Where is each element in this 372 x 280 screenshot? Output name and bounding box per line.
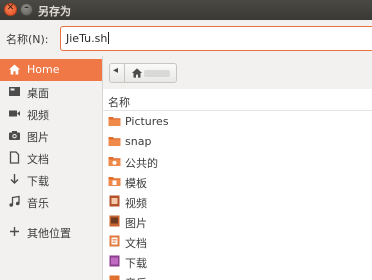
window-title: 另存为 bbox=[38, 5, 71, 18]
home-icon bbox=[9, 64, 20, 75]
list-item[interactable]: 公共的 bbox=[103, 152, 372, 172]
sidebar-item-home[interactable]: Home bbox=[0, 59, 102, 81]
music-icon bbox=[9, 195, 20, 207]
name-label: 名称(N): bbox=[6, 33, 49, 46]
title-bar: ✕ – 另存为 bbox=[0, 0, 372, 20]
templates-folder-icon bbox=[108, 177, 121, 186]
file-name: snap bbox=[125, 135, 152, 148]
file-name: 音乐 bbox=[125, 275, 147, 280]
column-header-label: 名称 bbox=[108, 96, 130, 109]
path-back-button[interactable]: ◂ bbox=[109, 63, 125, 83]
folder-icon bbox=[108, 117, 121, 126]
filename-input[interactable]: JieTu.sh bbox=[60, 26, 372, 51]
text-caret bbox=[108, 32, 110, 44]
sidebar-item-pictures[interactable]: 图片 bbox=[0, 125, 102, 147]
sidebar-item-label: 图片 bbox=[27, 131, 49, 144]
video-icon bbox=[9, 110, 20, 117]
list-item[interactable]: 图片 bbox=[103, 212, 372, 232]
name-column-header[interactable]: 名称 bbox=[103, 89, 372, 111]
sidebar-item-other-locations[interactable]: 其他位置 bbox=[0, 221, 102, 243]
path-home-button[interactable] bbox=[125, 63, 177, 83]
filename-value: JieTu.sh bbox=[66, 32, 108, 45]
file-name: Pictures bbox=[125, 115, 169, 128]
download-icon bbox=[10, 174, 19, 184]
sidebar-item-label: 其他位置 bbox=[27, 227, 71, 240]
sidebar-item-videos[interactable]: 视频 bbox=[0, 103, 102, 125]
downloads-folder-icon bbox=[109, 255, 120, 267]
minimize-button[interactable]: – bbox=[20, 3, 33, 16]
minimize-icon: – bbox=[24, 3, 29, 13]
list-item[interactable]: Pictures bbox=[103, 112, 372, 132]
list-item[interactable]: 音乐 bbox=[103, 272, 372, 280]
sidebar-item-label: 视频 bbox=[27, 109, 49, 122]
file-name: 视频 bbox=[125, 197, 147, 210]
documents-folder-icon bbox=[109, 235, 120, 247]
home-icon bbox=[131, 68, 143, 78]
plus-icon bbox=[10, 227, 19, 236]
list-item[interactable]: 模板 bbox=[103, 172, 372, 192]
sidebar-item-label: 文档 bbox=[27, 153, 49, 166]
close-button[interactable]: ✕ bbox=[4, 3, 17, 16]
sidebar-item-label: 下载 bbox=[27, 175, 49, 188]
public-folder-icon bbox=[108, 157, 121, 166]
path-bar: ◂ bbox=[103, 56, 372, 89]
list-item[interactable]: 下载 bbox=[103, 252, 372, 272]
sidebar-item-label: Home bbox=[27, 63, 60, 76]
name-row: 名称(N): JieTu.sh bbox=[0, 20, 372, 56]
folder-icon bbox=[108, 137, 121, 146]
file-name: 图片 bbox=[125, 217, 147, 230]
list-item[interactable]: 文档 bbox=[103, 232, 372, 252]
blurred-username bbox=[144, 70, 170, 77]
file-name: 下载 bbox=[125, 257, 147, 270]
list-item[interactable]: snap bbox=[103, 132, 372, 152]
desktop-icon bbox=[9, 87, 20, 96]
sidebar-item-label: 音乐 bbox=[27, 197, 49, 210]
camera-icon bbox=[9, 131, 20, 140]
videos-folder-icon bbox=[109, 195, 120, 207]
music-folder-icon bbox=[109, 275, 120, 280]
places-sidebar: Home 桌面 视频 图片 文档 下载 音乐 其他位置 bbox=[0, 56, 103, 280]
file-name: 模板 bbox=[125, 177, 147, 190]
sidebar-item-music[interactable]: 音乐 bbox=[0, 191, 102, 213]
sidebar-item-label: 桌面 bbox=[27, 87, 49, 100]
file-browser: ◂ 名称 Pictures snap 公共的 模板 视频 图片 文档 下载 bbox=[103, 56, 372, 280]
close-icon: ✕ bbox=[6, 3, 15, 13]
chevron-left-icon: ◂ bbox=[113, 65, 119, 76]
sidebar-item-desktop[interactable]: 桌面 bbox=[0, 81, 102, 103]
document-icon bbox=[9, 151, 20, 164]
sidebar-item-downloads[interactable]: 下载 bbox=[0, 169, 102, 191]
sidebar-item-documents[interactable]: 文档 bbox=[0, 147, 102, 169]
file-name: 公共的 bbox=[125, 157, 158, 170]
pictures-folder-icon bbox=[109, 215, 120, 227]
list-item[interactable]: 视频 bbox=[103, 192, 372, 212]
file-name: 文档 bbox=[125, 237, 147, 250]
